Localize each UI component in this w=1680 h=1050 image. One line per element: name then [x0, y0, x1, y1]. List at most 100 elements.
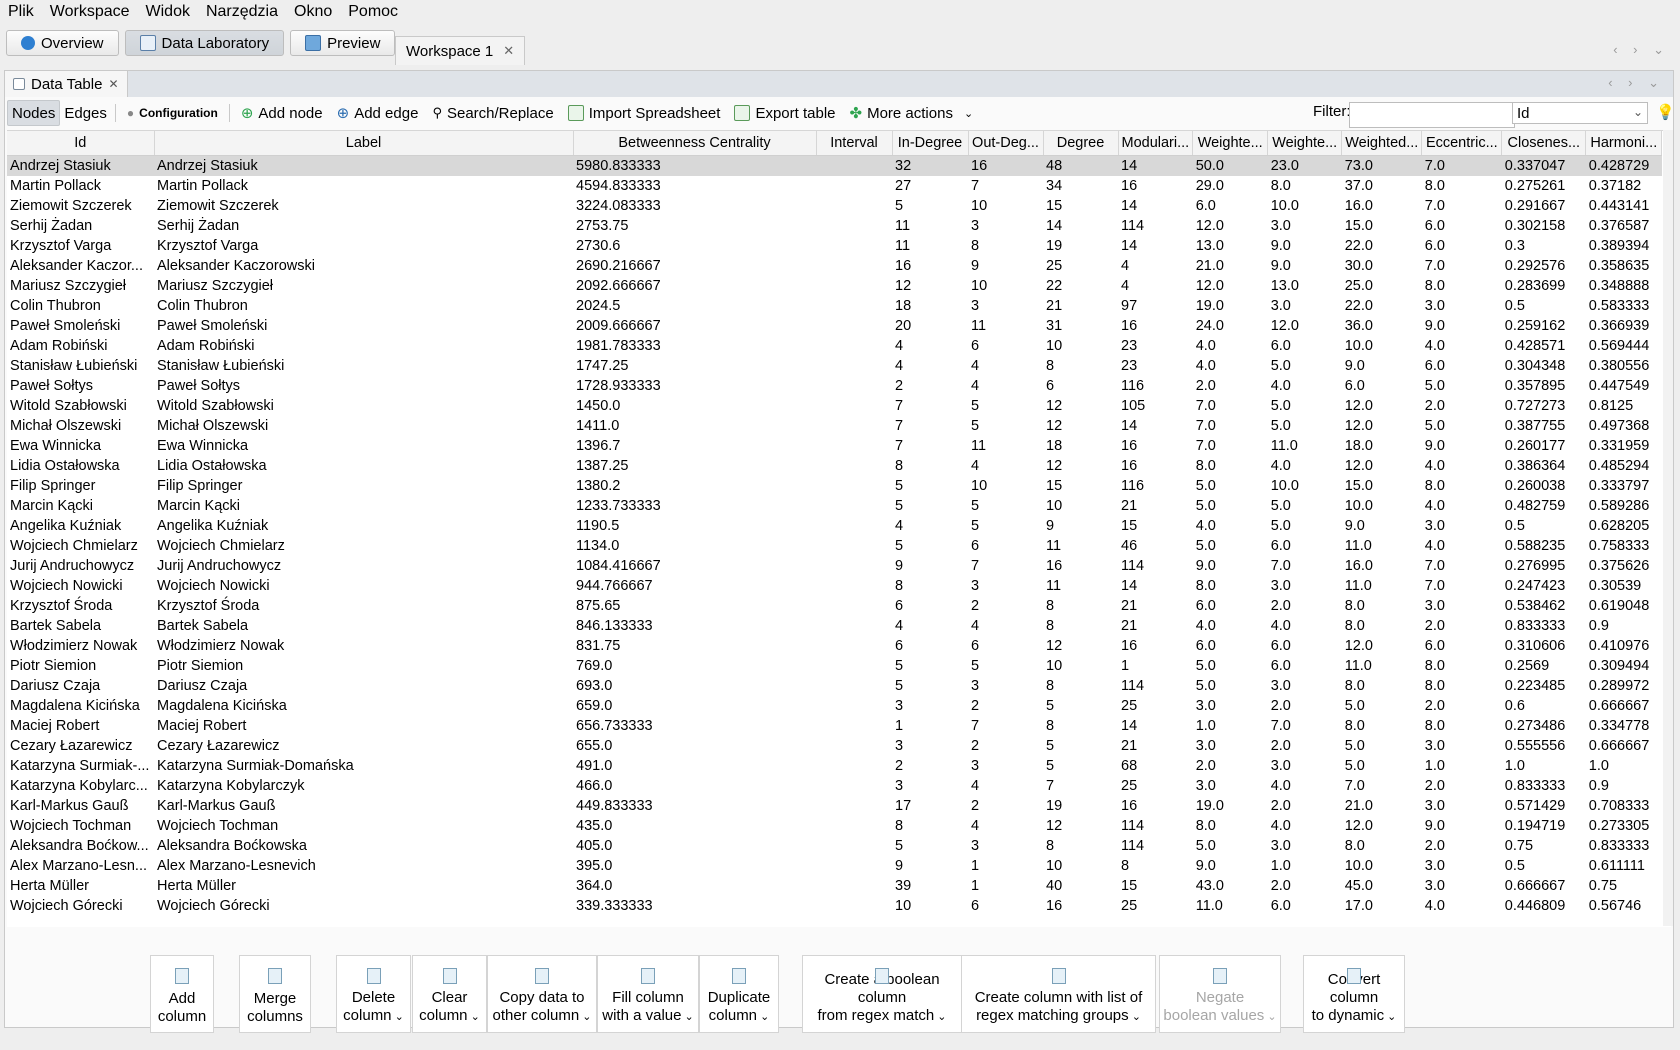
- column-header[interactable]: Id: [7, 131, 155, 156]
- table-cell[interactable]: 0.273486: [1502, 716, 1586, 736]
- table-cell[interactable]: Magdalena Kicińska: [154, 696, 573, 716]
- table-row[interactable]: Mariusz Szczygieł Mariusz Szczygieł 2092.6…: [7, 276, 1662, 296]
- table-cell[interactable]: 8.0: [1193, 576, 1268, 596]
- table-cell[interactable]: [816, 596, 892, 616]
- table-cell[interactable]: 8.0: [1422, 676, 1502, 696]
- table-cell[interactable]: Magdalena Kicińska: [7, 696, 154, 716]
- table-cell[interactable]: [816, 176, 892, 196]
- table-cell[interactable]: Colin Thubron: [154, 296, 573, 316]
- table-cell[interactable]: [816, 296, 892, 316]
- table-cell[interactable]: 12: [1043, 456, 1118, 476]
- table-cell[interactable]: 1.0: [1422, 756, 1502, 776]
- table-cell[interactable]: 6.0: [1268, 636, 1342, 656]
- table-cell[interactable]: 9.0: [1422, 436, 1502, 456]
- table-cell[interactable]: 11: [892, 236, 968, 256]
- table-cell[interactable]: Wojciech Tochman: [154, 816, 573, 836]
- table-cell[interactable]: 16: [1043, 556, 1118, 576]
- table-cell[interactable]: 7.0: [1193, 396, 1268, 416]
- table-cell[interactable]: [816, 436, 892, 456]
- table-cell[interactable]: 0.5: [1502, 516, 1586, 536]
- table-row[interactable]: Dariusz Czaja Dariusz Czaja 693.0 5 3 8 114 5.0…: [7, 676, 1662, 696]
- table-cell[interactable]: Witold Szabłowski: [7, 396, 154, 416]
- table-cell[interactable]: 1387.25: [573, 456, 816, 476]
- table-cell[interactable]: Krzysztof Varga: [154, 236, 573, 256]
- table-row[interactable]: Bartek Sabela Bartek Sabela 846.133333 4 4 8 2…: [7, 616, 1662, 636]
- table-cell[interactable]: 8.0: [1342, 596, 1422, 616]
- table-cell[interactable]: [816, 756, 892, 776]
- table-cell[interactable]: 11: [892, 216, 968, 236]
- table-cell[interactable]: 8.0: [1342, 676, 1422, 696]
- table-cell[interactable]: Michał Olszewski: [154, 416, 573, 436]
- table-cell[interactable]: 9.0: [1422, 316, 1502, 336]
- table-cell[interactable]: 3.0: [1422, 596, 1502, 616]
- table-cell[interactable]: 8.0: [1422, 716, 1502, 736]
- table-cell[interactable]: 8: [968, 236, 1043, 256]
- table-cell[interactable]: 11.0: [1342, 656, 1422, 676]
- table-cell[interactable]: 18: [892, 296, 968, 316]
- table-cell[interactable]: 8.0: [1422, 656, 1502, 676]
- table-cell[interactable]: 5.0: [1193, 836, 1268, 856]
- table-cell[interactable]: 2009.666667: [573, 316, 816, 336]
- table-cell[interactable]: Jurij Andruchowycz: [154, 556, 573, 576]
- table-cell[interactable]: 4.0: [1422, 896, 1502, 916]
- table-cell[interactable]: 13.0: [1193, 236, 1268, 256]
- table-row[interactable]: Angelika Kuźniak Angelika Kuźniak 1190.5 4 5…: [7, 516, 1662, 536]
- table-cell[interactable]: 4.0: [1268, 776, 1342, 796]
- table-cell[interactable]: 2.0: [1268, 876, 1342, 896]
- table-cell[interactable]: 11.0: [1193, 896, 1268, 916]
- table-cell[interactable]: 20: [892, 316, 968, 336]
- table-cell[interactable]: 0.569444: [1586, 336, 1662, 356]
- table-cell[interactable]: Włodzimierz Nowak: [7, 636, 154, 656]
- table-cell[interactable]: 1747.25: [573, 356, 816, 376]
- table-cell[interactable]: 21: [1118, 616, 1193, 636]
- table-row[interactable]: Włodzimierz Nowak Włodzimierz Nowak 831.75…: [7, 636, 1662, 656]
- table-cell[interactable]: 10.0: [1342, 496, 1422, 516]
- data-laboratory-button[interactable]: Data Laboratory: [124, 30, 285, 56]
- table-cell[interactable]: 19: [1043, 236, 1118, 256]
- table-cell[interactable]: [816, 856, 892, 876]
- table-cell[interactable]: 39: [892, 876, 968, 896]
- table-cell[interactable]: [816, 676, 892, 696]
- table-cell[interactable]: 8.0: [1342, 716, 1422, 736]
- table-cell[interactable]: 4.0: [1268, 816, 1342, 836]
- table-cell[interactable]: Wojciech Górecki: [154, 896, 573, 916]
- table-cell[interactable]: 5: [892, 676, 968, 696]
- table-cell[interactable]: 9.0: [1342, 356, 1422, 376]
- table-cell[interactable]: Wojciech Tochman: [7, 816, 154, 836]
- table-row[interactable]: Paweł Sołtys Paweł Sołtys 1728.933333 2 4 6 11…: [7, 376, 1662, 396]
- table-cell[interactable]: 10: [1043, 496, 1118, 516]
- table-cell[interactable]: 50.0: [1192, 155, 1268, 176]
- table-cell[interactable]: 364.0: [573, 876, 816, 896]
- table-cell[interactable]: 12.0: [1342, 816, 1422, 836]
- table-row[interactable]: Alex Marzano-Lesn... Alex Marzano-Lesnevi…: [7, 856, 1662, 876]
- table-cell[interactable]: Stanisław Łubieński: [154, 356, 573, 376]
- menu-workspace[interactable]: Workspace: [42, 3, 138, 21]
- table-cell[interactable]: 0.8125: [1586, 396, 1662, 416]
- table-cell[interactable]: 8: [892, 816, 968, 836]
- table-cell[interactable]: 0.708333: [1586, 796, 1662, 816]
- table-cell[interactable]: 7.0: [1193, 436, 1268, 456]
- table-cell[interactable]: 831.75: [573, 636, 816, 656]
- table-cell[interactable]: 0.310606: [1502, 636, 1586, 656]
- table-cell[interactable]: 14: [1118, 716, 1193, 736]
- table-cell[interactable]: 12.0: [1342, 416, 1422, 436]
- table-cell[interactable]: 9.0: [1422, 816, 1502, 836]
- table-row[interactable]: Colin Thubron Colin Thubron 2024.5 18 3 21 97 1…: [7, 296, 1662, 316]
- table-cell[interactable]: 1134.0: [573, 536, 816, 556]
- table-cell[interactable]: 7: [1043, 776, 1118, 796]
- table-cell[interactable]: Alex Marzano-Lesn...: [7, 856, 154, 876]
- column-action-button[interactable]: Convert columnto dynamic ⌄: [1303, 955, 1405, 1033]
- column-action-button[interactable]: Fill column with a value ⌄: [597, 955, 699, 1033]
- table-cell[interactable]: 0.194719: [1502, 816, 1586, 836]
- table-cell[interactable]: 8.0: [1342, 616, 1422, 636]
- table-row[interactable]: Andrzej Stasiuk Andrzej Stasiuk 5980.83333…: [7, 155, 1662, 176]
- table-cell[interactable]: Dariusz Czaja: [7, 676, 154, 696]
- table-cell[interactable]: 1.0: [1502, 756, 1586, 776]
- table-cell[interactable]: 5.0: [1342, 696, 1422, 716]
- table-cell[interactable]: 12.0: [1193, 276, 1268, 296]
- table-cell[interactable]: [816, 276, 892, 296]
- table-cell[interactable]: 25.0: [1342, 276, 1422, 296]
- table-cell[interactable]: 9: [968, 256, 1043, 276]
- column-header[interactable]: Label: [154, 131, 574, 156]
- table-cell[interactable]: Stanisław Łubieński: [7, 356, 154, 376]
